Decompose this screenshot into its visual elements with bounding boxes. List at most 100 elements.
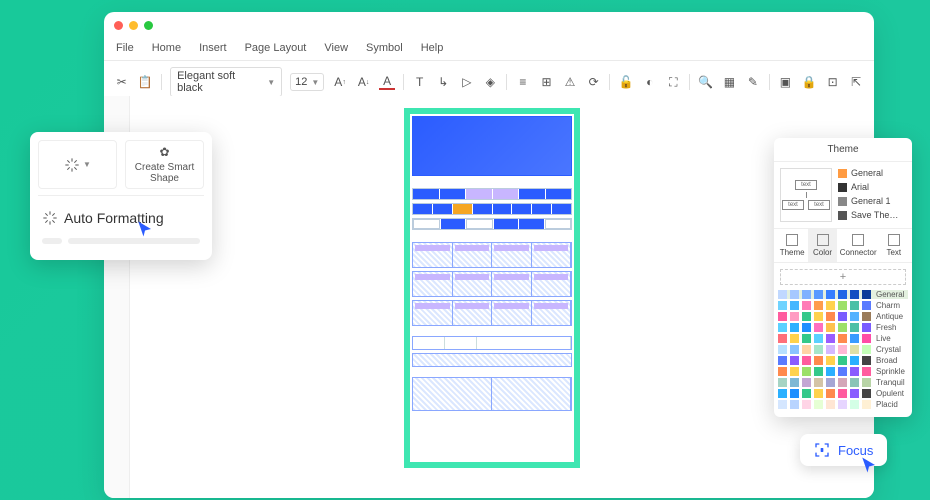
menu-page-layout[interactable]: Page Layout — [245, 42, 307, 54]
palette-row[interactable]: Opulent — [778, 389, 908, 398]
palette-swatch — [814, 367, 823, 376]
close-traffic-icon[interactable] — [114, 21, 123, 30]
triangle-icon[interactable]: ⚠ — [562, 74, 578, 90]
palette-row[interactable]: Placid — [778, 400, 908, 409]
palette-swatch — [778, 400, 787, 409]
cut-icon[interactable]: ✂ — [114, 74, 130, 90]
menu-symbol[interactable]: Symbol — [366, 42, 403, 54]
add-palette-button[interactable]: + — [780, 269, 906, 285]
palette-swatch — [802, 389, 811, 398]
palette-swatch — [790, 356, 799, 365]
palette-swatch — [778, 334, 787, 343]
increase-font-icon[interactable]: A↑ — [332, 74, 348, 90]
palette-list: General Charm Antique Fresh Live Crystal Broad… — [774, 288, 912, 417]
theme-category-item[interactable]: Arial — [838, 182, 906, 192]
paste-icon[interactable]: 📋 — [138, 74, 154, 90]
search-icon[interactable]: 🔍 — [698, 74, 714, 90]
canvas[interactable] — [130, 96, 874, 498]
palette-swatch — [838, 378, 847, 387]
palette-row[interactable]: General — [778, 290, 908, 299]
theme-category-item[interactable]: General 1 — [838, 196, 906, 206]
server-rack-shape[interactable] — [404, 108, 580, 468]
connector-tool-icon[interactable]: ↳ — [436, 74, 452, 90]
theme-tab-connector[interactable]: Connector — [839, 229, 878, 262]
palette-swatch — [802, 378, 811, 387]
menu-home[interactable]: Home — [152, 42, 181, 54]
palette-row[interactable]: Tranquil — [778, 378, 908, 387]
font-color-icon[interactable]: A — [379, 74, 395, 90]
palette-row[interactable]: Fresh — [778, 323, 908, 332]
menu-help[interactable]: Help — [421, 42, 444, 54]
palette-swatch — [862, 290, 871, 299]
palette-swatch — [802, 356, 811, 365]
table-icon[interactable]: ▦ — [722, 74, 738, 90]
fill-icon[interactable]: 🔓 — [618, 74, 634, 90]
palette-row[interactable]: Broad — [778, 356, 908, 365]
font-size-select[interactable]: 12 ▼ — [290, 73, 324, 91]
palette-swatch — [862, 312, 871, 321]
palette-swatch — [826, 301, 835, 310]
theme-tabs: ThemeColorConnectorText — [774, 228, 912, 263]
pointer-tool-icon[interactable]: ▷ — [459, 74, 475, 90]
maximize-traffic-icon[interactable] — [144, 21, 153, 30]
lock-icon[interactable]: 🔒 — [801, 74, 817, 90]
focus-icon — [814, 442, 830, 458]
text-tool-icon[interactable]: T — [412, 74, 428, 90]
decrease-font-icon[interactable]: A↓ — [356, 74, 372, 90]
export-icon[interactable]: ⇱ — [848, 74, 864, 90]
palette-row[interactable]: Sprinkle — [778, 367, 908, 376]
rotate-icon[interactable]: ⟳ — [586, 74, 602, 90]
palette-swatch — [838, 345, 847, 354]
tab-icon — [786, 234, 798, 246]
palette-swatch — [802, 367, 811, 376]
palette-row[interactable]: Live — [778, 334, 908, 343]
minimize-traffic-icon[interactable] — [129, 21, 138, 30]
align-icon[interactable]: ≡ — [515, 74, 531, 90]
theme-preview[interactable]: text text text — [780, 168, 832, 222]
theme-category-item[interactable]: Save The… — [838, 210, 906, 220]
menu-insert[interactable]: Insert — [199, 42, 227, 54]
theme-tab-color[interactable]: Color — [808, 229, 836, 262]
create-smart-shape-button[interactable]: ✿ Create Smart Shape — [125, 140, 204, 189]
palette-swatch — [802, 290, 811, 299]
palette-swatch — [838, 400, 847, 409]
palette-swatch — [814, 400, 823, 409]
group-icon[interactable]: ▣ — [778, 74, 794, 90]
palette-swatch — [826, 378, 835, 387]
spark-dropdown[interactable]: ▼ — [38, 140, 117, 189]
menu-view[interactable]: View — [324, 42, 348, 54]
layers-icon[interactable]: ◈ — [483, 74, 499, 90]
cursor-icon — [860, 454, 878, 476]
palette-swatch — [802, 323, 811, 332]
palette-swatch — [790, 301, 799, 310]
palette-row[interactable]: Charm — [778, 301, 908, 310]
palette-swatch — [850, 400, 859, 409]
palette-row[interactable]: Antique — [778, 312, 908, 321]
palette-swatch — [850, 367, 859, 376]
palette-swatch — [826, 389, 835, 398]
font-select[interactable]: Elegant soft black ▼ — [170, 67, 282, 97]
auto-formatting-row[interactable]: Auto Formatting — [42, 210, 200, 226]
theme-tab-text[interactable]: Text — [880, 229, 908, 262]
palette-swatch — [826, 334, 835, 343]
theme-category-item[interactable]: General — [838, 168, 906, 178]
theme-panel-title: Theme — [774, 138, 912, 162]
menu-file[interactable]: File — [116, 42, 134, 54]
palette-swatch — [838, 290, 847, 299]
cursor-icon — [136, 218, 154, 240]
spark-icon — [64, 157, 80, 173]
palette-row[interactable]: Crystal — [778, 345, 908, 354]
distribute-icon[interactable]: ⊞ — [539, 74, 555, 90]
palette-swatch — [850, 378, 859, 387]
chevron-down-icon: ▼ — [267, 78, 275, 87]
theme-tab-theme[interactable]: Theme — [778, 229, 806, 262]
pen-icon[interactable]: ✎ — [745, 74, 761, 90]
grid-icon[interactable]: ⊡ — [825, 74, 841, 90]
palette-swatch — [838, 389, 847, 398]
category-swatch-icon — [838, 211, 847, 220]
palette-swatch — [790, 334, 799, 343]
shadow-icon[interactable]: ◐ — [642, 74, 658, 90]
palette-label: Broad — [876, 356, 897, 365]
auto-formatting-slider[interactable] — [42, 238, 200, 244]
crop-icon[interactable]: ⛶ — [666, 74, 682, 90]
